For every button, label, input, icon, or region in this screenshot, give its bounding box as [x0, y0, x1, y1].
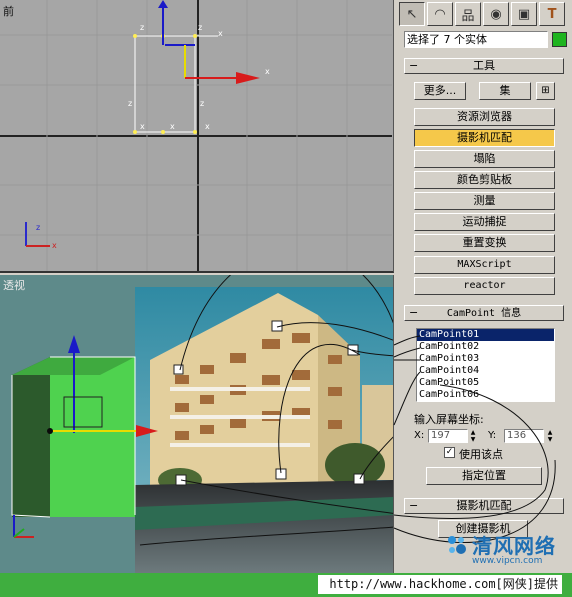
- watermark: 清风网络 www.vipcn.com: [438, 528, 570, 572]
- svg-text:x: x: [52, 241, 57, 250]
- create-tab-icon[interactable]: ↖: [399, 2, 425, 26]
- collapse-icon: −: [409, 306, 419, 319]
- perspective-scene: [11, 275, 393, 573]
- sets-button[interactable]: 集: [479, 82, 531, 100]
- collapse-icon: −: [409, 59, 419, 72]
- svg-text:x: x: [265, 67, 270, 76]
- watermark-url: www.vipcn.com: [472, 556, 543, 566]
- list-item[interactable]: CamPoint04: [417, 365, 554, 377]
- front-viewport[interactable]: 前 zzx zz xxx x z x: [0, 0, 394, 273]
- tools-rollout[interactable]: − 工具: [404, 58, 564, 74]
- campoint-info-title: CamPoint 信息: [446, 308, 522, 319]
- y-coord-input[interactable]: 136: [504, 429, 544, 443]
- selection-name-field[interactable]: 选择了 7 个实体: [404, 31, 548, 48]
- measure-button[interactable]: 测量: [414, 192, 555, 210]
- svg-text:x: x: [170, 122, 175, 131]
- list-item[interactable]: CamPoint06: [417, 389, 554, 401]
- y-coord-spinner[interactable]: ▲ ▼: [546, 429, 554, 443]
- reset-xform-button[interactable]: 重置变换: [414, 234, 555, 252]
- assign-position-button[interactable]: 指定位置: [426, 467, 542, 485]
- watermark-logo-icon: [448, 536, 466, 554]
- campoint-list[interactable]: CamPoint01 CamPoint02 CamPoint03 CamPoin…: [416, 328, 555, 402]
- x-coord-label: X:: [414, 430, 425, 441]
- list-item[interactable]: CamPoint03: [417, 353, 554, 365]
- list-item[interactable]: CamPoint02: [417, 341, 554, 353]
- display-tab-icon[interactable]: ▣: [511, 2, 537, 26]
- use-point-label: 使用该点: [459, 448, 503, 461]
- svg-text:z: z: [198, 23, 202, 32]
- list-item[interactable]: CamPoint05: [417, 377, 554, 389]
- list-item[interactable]: CamPoint01: [417, 329, 554, 341]
- perspective-viewport[interactable]: 透视: [0, 275, 394, 573]
- more-button[interactable]: 更多...: [414, 82, 466, 100]
- collapse-icon: −: [409, 499, 419, 512]
- svg-text:z: z: [36, 223, 40, 232]
- front-viewport-scene: z z x z z x x x x z x: [0, 0, 392, 271]
- configure-sets-icon[interactable]: ⊞: [536, 82, 555, 100]
- motion-tab-icon[interactable]: ◉: [483, 2, 509, 26]
- command-panel: ↖ ◠ 品 ◉ ▣ T 选择了 7 个实体 − 工具 更多... 集 ⊞ 资源浏…: [396, 0, 572, 573]
- camera-match-rollout[interactable]: − 摄影机匹配: [404, 498, 564, 514]
- tools-rollout-title: 工具: [473, 59, 495, 72]
- svg-text:z: z: [200, 99, 204, 108]
- reactor-button[interactable]: reactor: [414, 277, 555, 295]
- footer-url: http://www.hackhome.com[网侠]提供: [318, 575, 562, 594]
- svg-text:x: x: [205, 122, 210, 131]
- motion-capture-button[interactable]: 运动捕捉: [414, 213, 555, 231]
- y-coord-label: Y:: [488, 430, 497, 441]
- hierarchy-tab-icon[interactable]: 品: [455, 2, 481, 26]
- command-panel-tabs: ↖ ◠ 品 ◉ ▣ T: [396, 0, 572, 28]
- perspective-viewport-label[interactable]: 透视: [3, 277, 25, 293]
- utilities-tab-icon[interactable]: T: [539, 2, 565, 26]
- camera-match-button[interactable]: 摄影机匹配: [414, 129, 555, 147]
- footer-bar: http://www.hackhome.com[网侠]提供: [0, 573, 572, 597]
- svg-text:x: x: [140, 122, 145, 131]
- color-clipboard-button[interactable]: 颜色剪贴板: [414, 171, 555, 189]
- maxscript-button[interactable]: MAXScript: [414, 256, 555, 274]
- svg-text:z: z: [140, 23, 144, 32]
- screen-coords-label: 输入屏幕坐标:: [414, 413, 484, 426]
- collapse-button[interactable]: 塌陷: [414, 150, 555, 168]
- camera-match-rollout-title: 摄影机匹配: [456, 499, 512, 512]
- x-coord-spinner[interactable]: ▲ ▼: [469, 429, 477, 443]
- campoint-info-rollout[interactable]: − CamPoint 信息: [404, 305, 564, 321]
- selection-color-swatch[interactable]: [552, 32, 567, 47]
- modify-tab-icon[interactable]: ◠: [427, 2, 453, 26]
- svg-text:x: x: [218, 29, 223, 38]
- asset-browser-button[interactable]: 资源浏览器: [414, 108, 555, 126]
- svg-text:z: z: [128, 99, 132, 108]
- watermark-title: 清风网络: [472, 534, 556, 558]
- use-point-checkbox[interactable]: ✓: [444, 447, 455, 458]
- x-coord-input[interactable]: 197: [428, 429, 468, 443]
